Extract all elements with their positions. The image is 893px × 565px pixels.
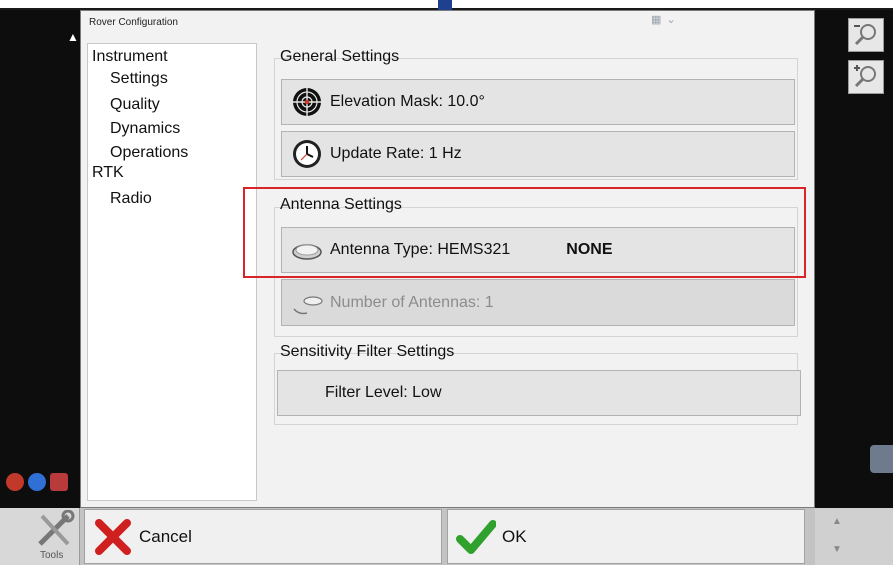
filter-level-button[interactable]: Filter Level: Low bbox=[277, 370, 801, 416]
bluetooth-icon bbox=[28, 473, 46, 491]
status-icons bbox=[6, 473, 68, 491]
scroll-up-icon[interactable]: ▲ bbox=[832, 516, 842, 527]
crosshair-icon bbox=[290, 85, 324, 119]
zoom-out-button[interactable] bbox=[848, 18, 884, 52]
tools-label: Tools bbox=[40, 550, 64, 561]
tree-item-radio[interactable]: Radio bbox=[110, 190, 152, 208]
tree-item-dynamics[interactable]: Dynamics bbox=[110, 120, 180, 138]
elevation-mask-label: Elevation Mask: 10.0° bbox=[330, 93, 485, 110]
antenna-highlight-box bbox=[243, 187, 806, 278]
general-settings-title: General Settings bbox=[280, 48, 400, 65]
tree-item-settings[interactable]: Settings bbox=[110, 70, 168, 88]
ok-label: OK bbox=[502, 526, 527, 546]
cancel-label: Cancel bbox=[139, 526, 192, 546]
zoom-in-icon bbox=[854, 65, 876, 88]
tools-icon bbox=[38, 510, 75, 546]
top-bar bbox=[0, 0, 893, 18]
satellite-status-icon bbox=[6, 473, 24, 491]
red-x-icon bbox=[95, 518, 131, 555]
number-of-antennas-button[interactable]: Number of Antennas: 1 bbox=[281, 279, 795, 326]
mouse-cursor-icon: ▲ bbox=[67, 30, 79, 44]
elevation-mask-button[interactable]: Elevation Mask: 10.0° bbox=[281, 79, 795, 125]
battery-warning-icon bbox=[50, 473, 68, 491]
ok-button[interactable]: OK bbox=[447, 509, 805, 564]
left-side-panel: ▲ bbox=[0, 10, 80, 472]
tree-item-operations[interactable]: Operations bbox=[110, 144, 188, 162]
tree-item-instrument[interactable]: Instrument bbox=[92, 48, 168, 66]
zoom-out-icon bbox=[854, 24, 876, 46]
update-rate-button[interactable]: Update Rate: 1 Hz bbox=[281, 131, 795, 177]
dialog-title: Rover Configuration bbox=[89, 17, 178, 28]
green-check-icon bbox=[456, 519, 496, 554]
update-rate-label: Update Rate: 1 Hz bbox=[330, 145, 462, 162]
clock-icon bbox=[290, 137, 324, 171]
bottom-bar: Tools Cancel OK ▲ ▼ bbox=[0, 508, 893, 565]
tree-item-quality[interactable]: Quality bbox=[110, 96, 160, 114]
cancel-button[interactable]: Cancel bbox=[84, 509, 442, 564]
antenna-disc-icon bbox=[290, 286, 324, 320]
tree-item-rtk[interactable]: RTK bbox=[92, 164, 124, 182]
tools-button[interactable]: Tools bbox=[0, 508, 80, 565]
zoom-in-button[interactable] bbox=[848, 60, 884, 94]
sensitivity-filter-title: Sensitivity Filter Settings bbox=[280, 343, 455, 360]
number-of-antennas-label: Number of Antennas: 1 bbox=[330, 293, 494, 311]
side-collapse-handle[interactable] bbox=[870, 445, 893, 473]
settings-tree: Instrument Settings Quality Dynamics Ope… bbox=[87, 43, 257, 501]
title-options-icon[interactable]: ▦ ⌄ bbox=[651, 13, 677, 26]
filter-level-label: Filter Level: Low bbox=[325, 384, 442, 401]
scroll-controls: ▲ ▼ bbox=[815, 508, 893, 565]
scroll-down-icon[interactable]: ▼ bbox=[832, 544, 842, 555]
